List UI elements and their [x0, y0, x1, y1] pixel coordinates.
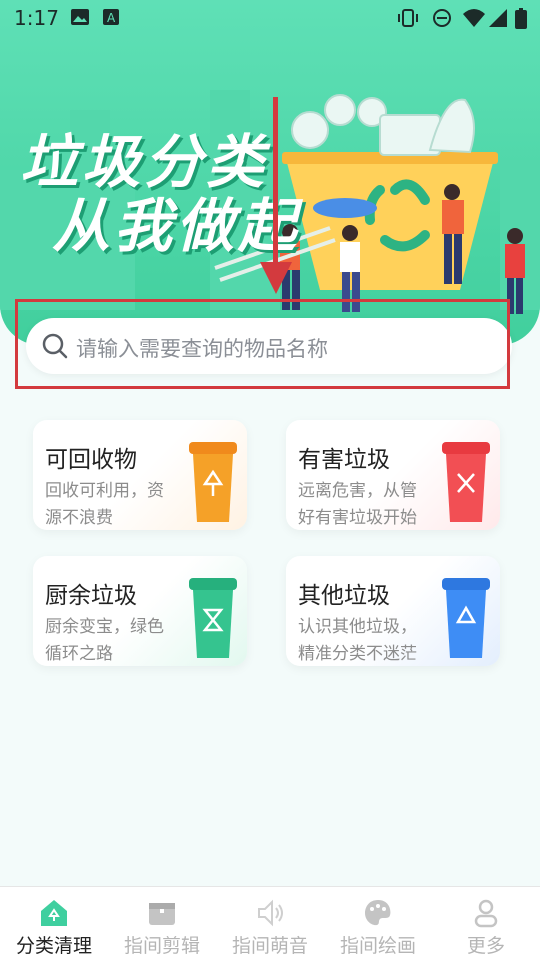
vibrate-icon: [398, 9, 418, 27]
box-icon: [149, 903, 175, 925]
palette-icon: [365, 900, 391, 926]
card-title: 可回收物: [45, 447, 137, 473]
signal-icon: [489, 9, 507, 27]
status-time: 1:17: [14, 6, 59, 30]
annotation-arrow: [273, 97, 278, 277]
tab-label: 指间绘画: [339, 935, 416, 957]
tab-label: 指间萌音: [231, 935, 308, 957]
kitchen-bin-icon: [189, 578, 237, 658]
tab-more[interactable]: 更多: [432, 887, 540, 961]
card-title: 其他垃圾: [298, 583, 390, 609]
speaker-icon: [258, 899, 283, 927]
tab-label: 分类清理: [15, 935, 92, 957]
card-title: 有害垃圾: [298, 447, 390, 473]
tab-edit[interactable]: 指间剪辑: [108, 887, 216, 961]
category-card-recyclable[interactable]: 可回收物 回收可利用，资源不浪费: [33, 420, 247, 530]
annotation-arrowhead-icon: [260, 262, 292, 294]
dnd-icon: [433, 9, 451, 27]
status-bar: 1:17 A: [0, 0, 540, 36]
tab-paint[interactable]: 指间绘画: [324, 887, 432, 961]
bottom-tab-bar: 分类清理 指间剪辑 指间萌音 指间绘画 更多: [0, 886, 540, 961]
card-desc: 回收可利用，资源不浪费: [45, 481, 164, 528]
card-desc: 远离危害，从管好有害垃圾开始: [298, 481, 417, 528]
category-card-kitchen[interactable]: 厨余垃圾 厨余变宝，绿色循环之路: [33, 556, 247, 666]
svg-text:A: A: [107, 11, 116, 25]
card-title: 厨余垃圾: [45, 583, 137, 609]
recyclable-bin-icon: [189, 442, 237, 522]
tab-label: 更多: [466, 935, 505, 957]
annotation-highlight-box: [15, 299, 510, 389]
app-notification-icon: A: [103, 9, 119, 25]
category-card-hazardous[interactable]: 有害垃圾 远离危害，从管好有害垃圾开始: [286, 420, 500, 530]
user-icon: [474, 899, 498, 928]
image-notification-icon: [71, 9, 89, 25]
home-icon: [41, 900, 67, 926]
slogan-line2: 从我做起: [52, 192, 301, 260]
wifi-icon: [463, 9, 485, 27]
battery-icon: [515, 8, 527, 29]
tab-classify[interactable]: 分类清理: [0, 887, 108, 961]
card-desc: 厨余变宝，绿色循环之路: [45, 617, 164, 664]
other-bin-icon: [442, 578, 490, 658]
tab-voice[interactable]: 指间萌音: [216, 887, 324, 961]
banner-slogan: 垃圾分类 从我做起: [20, 130, 300, 258]
hazardous-bin-icon: [442, 442, 490, 522]
category-card-other[interactable]: 其他垃圾 认识其他垃圾，精准分类不迷茫: [286, 556, 500, 666]
card-desc: 认识其他垃圾，精准分类不迷茫: [298, 617, 417, 664]
tab-label: 指间剪辑: [123, 935, 200, 957]
slogan-line1: 垃圾分类: [20, 128, 269, 196]
